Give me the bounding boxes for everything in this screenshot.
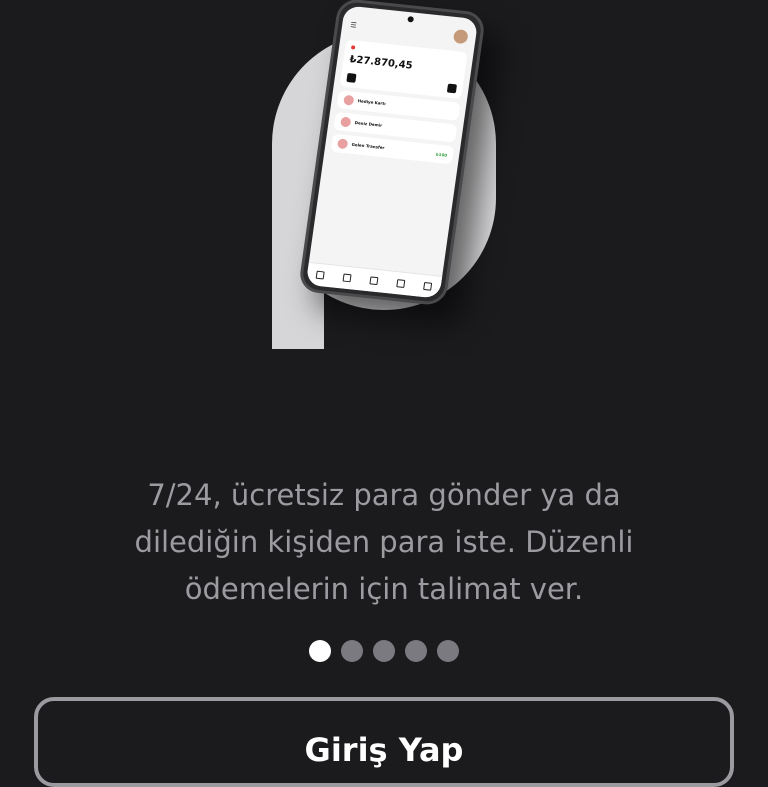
page-indicator: [0, 640, 768, 662]
deposit-icon: [346, 72, 357, 83]
avatar: [336, 138, 349, 150]
phone-user: [452, 28, 469, 45]
description-line: dilediğin kişiden para iste. Düzenli: [134, 525, 634, 559]
list-item-title: Gelen Transfer: [351, 141, 385, 151]
onboarding-description: 7/24, ücretsiz para gönder ya da dilediğ…: [60, 472, 708, 613]
description-line: ödemelerin için talimat ver.: [184, 572, 584, 606]
login-button[interactable]: Giriş Yap: [34, 697, 734, 787]
page-dot[interactable]: [341, 640, 363, 662]
balance-card: ₺27.870,45: [339, 39, 468, 99]
list-item-title: Hediye Kartı: [357, 98, 387, 107]
send-icon: [369, 276, 379, 286]
gift-icon: [343, 94, 355, 106]
page-dot[interactable]: [405, 640, 427, 662]
send-icon: [446, 83, 458, 94]
qr-icon: [342, 273, 352, 283]
card-actions: [346, 72, 458, 94]
menu-icon: ☰: [349, 21, 358, 30]
description-line: 7/24, ücretsiz para gönder ya da: [147, 478, 621, 512]
avatar: [340, 116, 352, 128]
avatar: [452, 28, 469, 45]
phone-bottom-nav: [305, 261, 443, 299]
bill-icon: [396, 279, 406, 288]
page-dot[interactable]: [373, 640, 395, 662]
login-button-label: Giriş Yap: [304, 731, 464, 769]
page-dot[interactable]: [437, 640, 459, 662]
list-item-amount: ₺100: [435, 151, 448, 158]
home-icon: [316, 270, 326, 280]
card-icon: [422, 281, 432, 291]
hero-illustration: ☰ ₺27.870,45 Hediye Kartı Deniz Demir Ge…: [0, 0, 768, 420]
list-item-title: Deniz Demir: [354, 119, 383, 128]
page-dot-active[interactable]: [309, 640, 331, 662]
